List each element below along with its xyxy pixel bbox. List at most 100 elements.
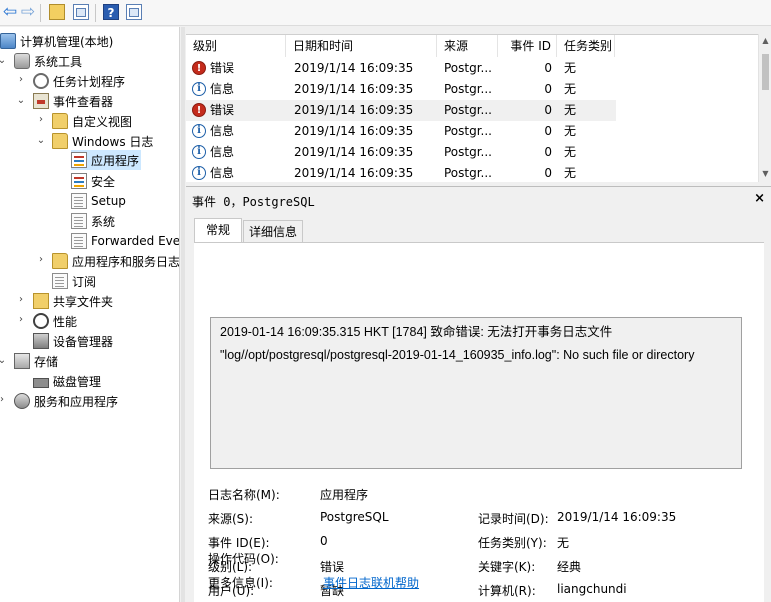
tree-item-shared-folders[interactable]: 共享文件夹 — [33, 291, 113, 311]
shared-folder-icon — [33, 293, 49, 309]
column-header-source[interactable]: 来源 — [437, 35, 498, 57]
table-row-selected[interactable]: ! 错误 2019/1/14 16:09:35 Postgr... 0 无 — [186, 100, 616, 121]
row-datetime: 2019/1/14 16:09:35 — [294, 124, 414, 138]
level-value: 错误 — [320, 560, 345, 574]
row-datetime: 2019/1/14 16:09:35 — [294, 166, 414, 180]
more-info-link[interactable]: 事件日志联机帮助 — [323, 574, 419, 591]
row-datetime: 2019/1/14 16:09:35 — [294, 82, 414, 96]
column-header-level[interactable]: 级别 — [186, 35, 286, 57]
log-document-icon — [71, 213, 87, 229]
tree-item-system-log[interactable]: 系统 — [71, 211, 115, 231]
tree-item-security-log[interactable]: 安全 — [71, 171, 115, 191]
list-scrollbar[interactable]: ▲ ▼ — [758, 34, 771, 182]
table-row[interactable]: ! 错误 2019/1/14 16:09:35 Postgr... 0 无 — [186, 58, 616, 79]
chevron-down-icon[interactable]: ⌄ — [0, 55, 7, 66]
logged-label: 记录时间(D): — [478, 512, 549, 526]
chevron-right-icon[interactable]: › — [16, 74, 26, 85]
chevron-right-icon[interactable]: › — [0, 394, 7, 405]
row-datetime: 2019/1/14 16:09:35 — [294, 61, 414, 75]
chevron-down-icon[interactable]: ⌄ — [36, 135, 46, 146]
chevron-down-icon[interactable]: ⌄ — [0, 355, 7, 366]
info-icon: i — [192, 166, 206, 180]
table-row[interactable]: i 信息 2019/1/14 16:09:35 Postgr... 0 无 — [186, 163, 616, 182]
event-id-label: 事件 ID(E): — [208, 536, 270, 550]
tree-item-disk-management[interactable]: 磁盘管理 — [33, 371, 101, 391]
tree-item-label: 服务和应用程序 — [34, 394, 119, 409]
row-event-id: 0 — [544, 124, 552, 138]
chevron-right-icon[interactable]: › — [36, 254, 46, 265]
tab-general[interactable]: 常规 — [194, 218, 242, 243]
tree-item-services-apps[interactable]: 服务和应用程序 — [14, 391, 118, 411]
row-datetime: 2019/1/14 16:09:35 — [294, 103, 414, 117]
scroll-thumb[interactable] — [762, 54, 769, 90]
tree-item-performance[interactable]: 性能 — [33, 311, 77, 331]
tree-item-label: 存储 — [34, 354, 59, 369]
tree-item-event-viewer[interactable]: 事件查看器 — [33, 91, 113, 111]
row-task-category: 无 — [564, 61, 577, 75]
pane-splitter[interactable] — [181, 27, 185, 602]
general-tab-panel: 2019-01-14 16:09:35.315 HKT [1784] 致命错误:… — [194, 242, 764, 602]
tree-item-task-scheduler[interactable]: 任务计划程序 — [33, 71, 125, 91]
folder-icon — [52, 253, 68, 269]
tree-item-forwarded-events[interactable]: Forwarded Eve — [71, 231, 180, 251]
computer-value: liangchundi — [557, 582, 627, 596]
show-hide-tree-button[interactable] — [71, 2, 91, 22]
row-task-category: 无 — [564, 145, 577, 159]
row-event-id: 0 — [544, 166, 552, 180]
forward-button[interactable]: ⇨ — [18, 2, 38, 22]
computer-label: 计算机(R): — [478, 584, 536, 598]
tree-item-storage[interactable]: 存储 — [14, 351, 58, 371]
table-row[interactable]: i 信息 2019/1/14 16:09:35 Postgr... 0 无 — [186, 79, 616, 100]
close-icon[interactable]: × — [754, 191, 765, 206]
tree-item-label: Forwarded Eve — [91, 234, 180, 248]
tree-item-setup-log[interactable]: Setup — [71, 191, 126, 211]
scroll-down-icon[interactable]: ▼ — [759, 167, 771, 181]
error-icon: ! — [192, 61, 206, 75]
chevron-right-icon[interactable]: › — [16, 314, 26, 325]
action-pane-icon — [126, 4, 142, 20]
column-header-task-category[interactable]: 任务类别 — [557, 35, 615, 57]
console-tree-icon — [73, 4, 89, 20]
chevron-right-icon[interactable]: › — [36, 114, 46, 125]
subscription-icon — [52, 273, 68, 289]
task-category-value: 无 — [557, 536, 570, 550]
help-button[interactable]: ? — [101, 2, 121, 22]
more-info-label: 更多信息(I): — [208, 576, 273, 590]
tree-item-label: 性能 — [53, 314, 78, 329]
logged-value: 2019/1/14 16:09:35 — [557, 510, 677, 524]
row-level: 错误 — [210, 103, 235, 117]
show-hide-action-button[interactable] — [124, 2, 144, 22]
row-level: 信息 — [210, 145, 235, 159]
services-icon — [14, 393, 30, 409]
tree-item-windows-logs[interactable]: Windows 日志 — [52, 131, 153, 151]
folder-icon — [52, 133, 68, 149]
tree-item-custom-views[interactable]: 自定义视图 — [52, 111, 132, 131]
device-manager-icon — [33, 333, 49, 349]
tree-item-label: 磁盘管理 — [53, 374, 102, 389]
tree-item-app-service-logs[interactable]: 应用程序和服务日志 — [52, 251, 179, 271]
tree-item-subscriptions[interactable]: 订阅 — [52, 271, 96, 291]
chevron-down-icon[interactable]: ⌄ — [16, 95, 26, 106]
disk-icon — [33, 377, 49, 388]
column-header-event-id[interactable]: 事件 ID — [498, 35, 557, 57]
back-button[interactable]: ⇦ — [0, 2, 20, 22]
event-log-icon — [71, 173, 87, 189]
tree-item-application-log[interactable]: 应用程序 — [71, 150, 142, 170]
table-row[interactable]: i 信息 2019/1/14 16:09:35 Postgr... 0 无 — [186, 142, 616, 163]
up-folder-button[interactable] — [47, 2, 67, 22]
tree-item-label: 应用程序 — [91, 153, 140, 168]
tree-item-device-manager[interactable]: 设备管理器 — [33, 331, 113, 351]
chevron-right-icon[interactable]: › — [16, 294, 26, 305]
tab-details[interactable]: 详细信息 — [243, 220, 303, 243]
event-message[interactable]: 2019-01-14 16:09:35.315 HKT [1784] 致命错误:… — [220, 321, 745, 367]
log-document-icon — [71, 193, 87, 209]
toolbar-separator — [95, 4, 96, 22]
tree-item-computer-management[interactable]: 计算机管理(本地) — [0, 31, 113, 51]
scroll-up-icon[interactable]: ▲ — [759, 34, 771, 48]
tree-item-system-tools[interactable]: 系统工具 — [14, 51, 82, 71]
table-row[interactable]: i 信息 2019/1/14 16:09:35 Postgr... 0 无 — [186, 121, 616, 142]
event-detail-pane: 事件 0，PostgreSQL × 常规 详细信息 2019-01-14 16:… — [186, 186, 771, 602]
info-icon: i — [192, 124, 206, 138]
log-document-icon — [71, 233, 87, 249]
column-header-datetime[interactable]: 日期和时间 — [286, 35, 437, 57]
